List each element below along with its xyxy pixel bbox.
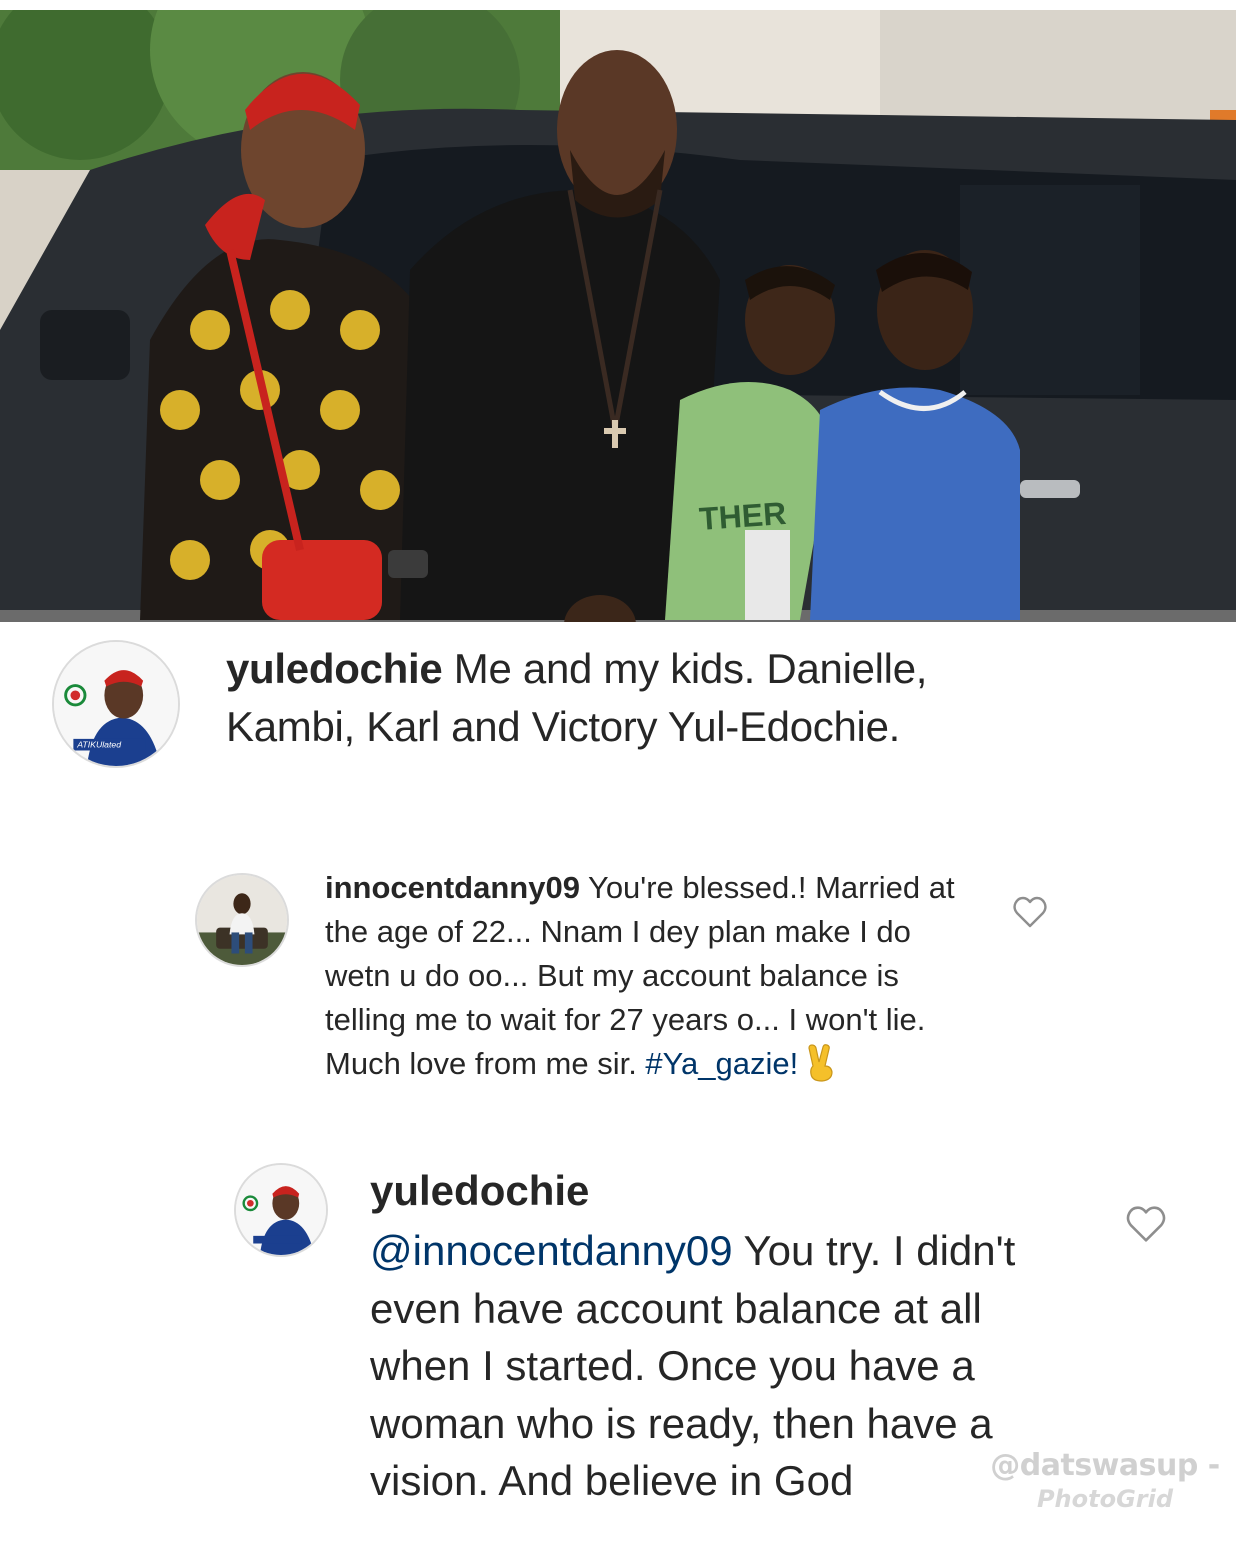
post-caption: yuledochie Me and my kids. Danielle, Kam… — [226, 640, 946, 756]
reply-username[interactable]: yuledochie — [370, 1163, 589, 1219]
family-photo: THER — [0, 10, 1236, 622]
profile-picture-icon — [197, 875, 287, 965]
commenter-avatar[interactable] — [195, 873, 289, 967]
profile-picture-icon — [236, 1165, 326, 1255]
svg-text:ATIKUlated: ATIKUlated — [76, 740, 122, 750]
watermark-handle: @datswasup - — [990, 1448, 1220, 1483]
commenter-username[interactable]: innocentdanny09 — [325, 870, 580, 905]
reply-text-block: @innocentdanny09 You try. I didn't even … — [370, 1222, 1070, 1510]
watermark: @datswasup - PhotoGrid — [985, 1448, 1225, 1514]
reply-like-button[interactable] — [1125, 1205, 1167, 1243]
victory-hand-icon — [808, 1044, 833, 1082]
heart-outline-icon — [1013, 896, 1047, 928]
comment: innocentdanny09 You're blessed.! Married… — [325, 866, 965, 1086]
watermark-app: PhotoGrid — [1036, 1485, 1174, 1513]
post-photo: THER — [0, 10, 1236, 622]
heart-outline-icon — [1126, 1206, 1166, 1242]
author-avatar[interactable]: ATIKUlated — [52, 640, 180, 768]
author-username[interactable]: yuledochie — [226, 645, 443, 692]
comment-like-button[interactable] — [1012, 896, 1048, 928]
profile-picture-icon: ATIKUlated — [54, 642, 178, 766]
comment-hashtag[interactable]: #Ya_gazie! — [645, 1046, 798, 1081]
reply-mention[interactable]: @innocentdanny09 — [370, 1227, 733, 1274]
reply-author-avatar[interactable] — [234, 1163, 328, 1257]
